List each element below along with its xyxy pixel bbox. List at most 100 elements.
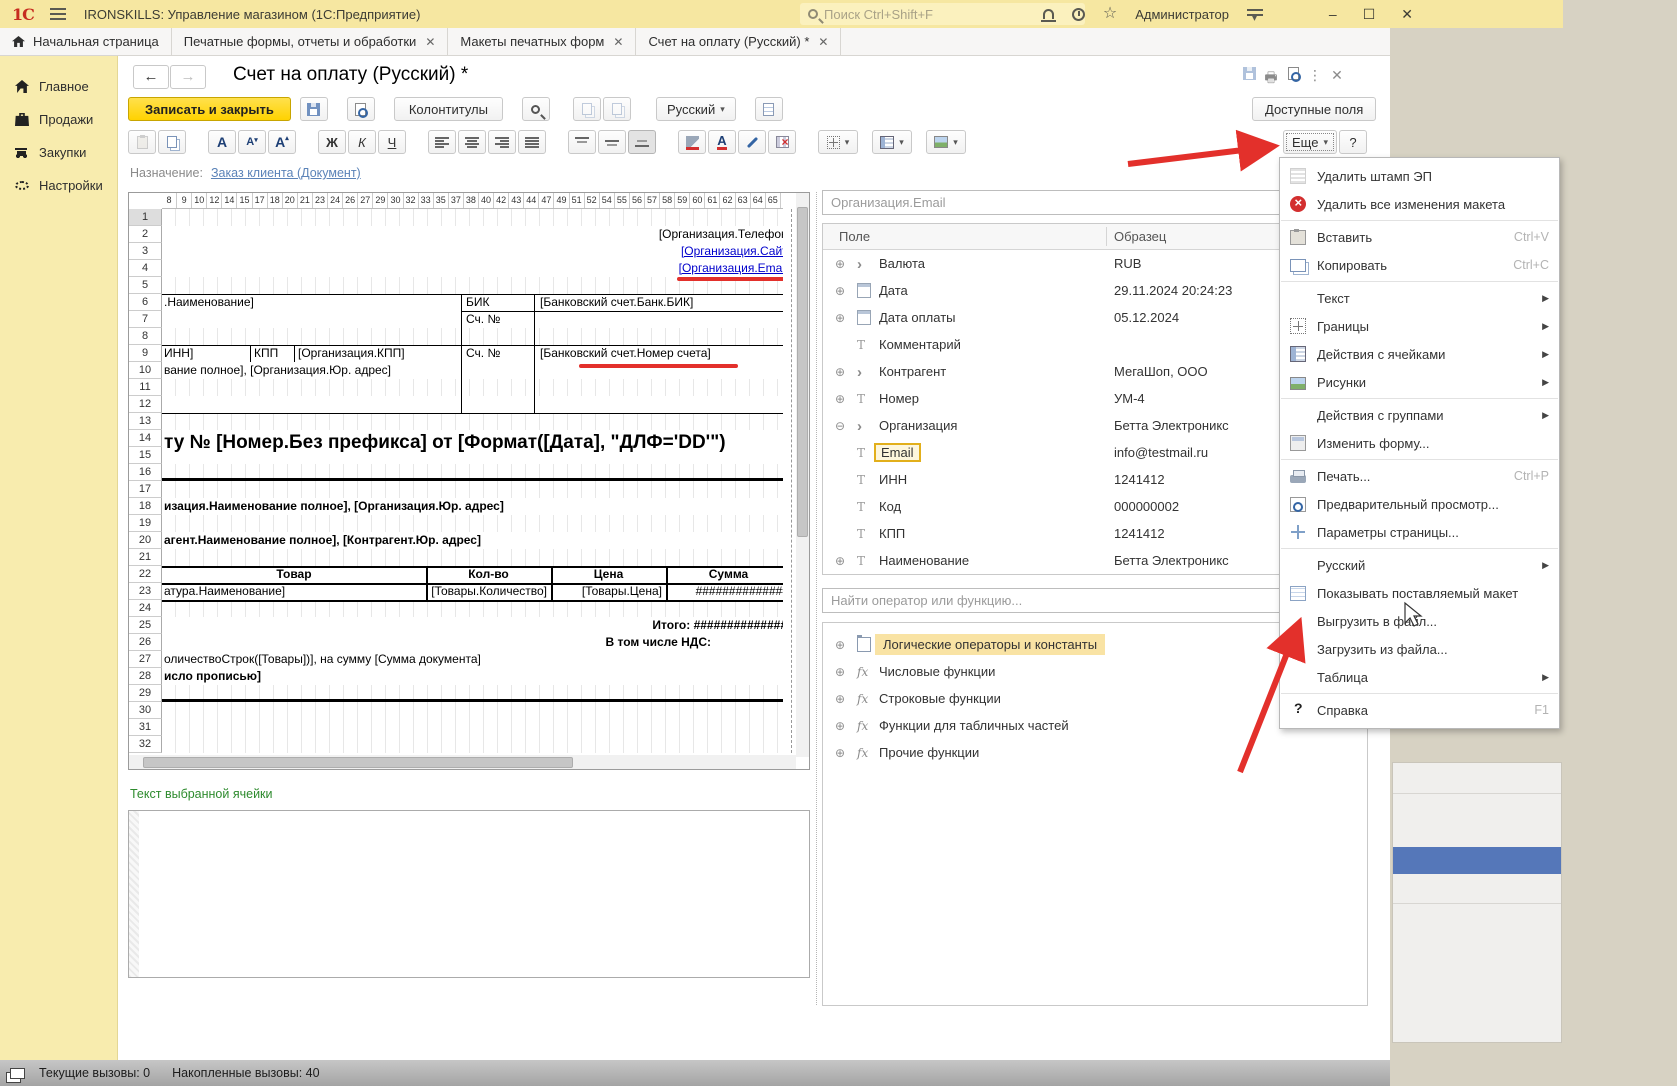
sidebar-item[interactable]: Продажи (0, 103, 117, 136)
sheet-cell-text[interactable]: Сч. № (466, 312, 500, 327)
row-header[interactable]: 14 (129, 430, 162, 447)
expand-icon[interactable] (835, 745, 849, 760)
menu-item[interactable]: Предварительный просмотр... (1280, 490, 1559, 518)
save-button[interactable] (300, 97, 328, 121)
copy-button[interactable] (158, 130, 186, 154)
sidebar-item[interactable]: Главное (0, 70, 117, 103)
row-header[interactable]: 8 (129, 328, 162, 345)
column-header[interactable]: 52 (585, 193, 600, 208)
row-header[interactable]: 7 (129, 311, 162, 328)
save-close-button[interactable]: Записать и закрыть (128, 97, 291, 121)
sheet-cell-text[interactable]: [Организация.Телефон] (162, 227, 783, 242)
menu-item[interactable]: Рисунки ▶ (1280, 368, 1559, 396)
maximize-button[interactable]: ☐ (1363, 6, 1376, 23)
column-header[interactable]: 26 (343, 193, 358, 208)
sheet-cell-text[interactable]: Итого: ############## (162, 618, 783, 633)
sheet-cell-text[interactable]: ИНН] (164, 346, 193, 361)
column-header[interactable]: 38 (464, 193, 479, 208)
column-header[interactable]: 21 (298, 193, 313, 208)
column-header[interactable]: 23 (313, 193, 328, 208)
column-header[interactable]: 20 (283, 193, 298, 208)
user-name[interactable]: Администратор (1135, 7, 1229, 22)
column-header[interactable]: 27 (358, 193, 373, 208)
sheet-cell-text[interactable]: [Организация.КПП] (298, 346, 405, 361)
row-header[interactable]: 13 (129, 413, 162, 430)
language-selector[interactable]: Русский▾ (656, 97, 736, 121)
expand-icon[interactable] (835, 499, 849, 514)
font-button[interactable]: А (208, 130, 236, 154)
sheet-cell-text[interactable]: В том числе НДС: (162, 635, 711, 650)
column-header[interactable]: 55 (615, 193, 630, 208)
tab-close-icon[interactable]: ✕ (425, 35, 435, 49)
fill-color-button[interactable] (678, 130, 706, 154)
expand-icon[interactable] (835, 718, 849, 733)
function-group-row[interactable]: Прочие функции (823, 739, 1367, 766)
sheet-cell-text[interactable]: [Организация.Сайт] (162, 244, 783, 259)
assignment-link[interactable]: Заказ клиента (Документ) (211, 166, 361, 180)
menu-item[interactable]: Загрузить из файла... (1280, 635, 1559, 663)
row-header[interactable]: 29 (129, 685, 162, 702)
sheet-cell-text[interactable]: Сумма (666, 567, 783, 582)
history-icon[interactable] (1072, 8, 1085, 21)
sheet-cell-text[interactable]: .Наименование] (164, 295, 254, 310)
headers-footers-button[interactable]: Колонтитулы (394, 97, 503, 121)
sheet-horizontal-scrollbar[interactable] (129, 755, 796, 770)
column-header[interactable]: 37 (449, 193, 464, 208)
more-button[interactable]: Еще▾ (1283, 130, 1337, 154)
menu-item[interactable]: Действия с группами ▶ (1280, 401, 1559, 429)
sheet-cell-text[interactable]: КПП (254, 346, 278, 361)
sheet-cell-text[interactable]: исло прописью] (164, 669, 261, 684)
row-header[interactable]: 19 (129, 515, 162, 532)
main-menu-icon[interactable] (50, 8, 66, 20)
delete-cells-button[interactable] (768, 130, 796, 154)
column-header[interactable]: 18 (268, 193, 283, 208)
sheet-cell-text[interactable]: [Товары.Цена] (551, 584, 662, 599)
bold-button[interactable]: Ж (318, 130, 346, 154)
minimize-button[interactable]: – (1329, 6, 1337, 22)
column-header[interactable]: 47 (539, 193, 554, 208)
align-left-button[interactable] (428, 130, 456, 154)
sheet-column-headers[interactable]: 8910121415171820212324262729303233353738… (162, 193, 783, 209)
sheet-cell-text[interactable]: БИК (466, 295, 490, 310)
paste-style-button[interactable] (603, 97, 631, 121)
menu-item[interactable]: Вставить Ctrl+V (1280, 223, 1559, 251)
row-header[interactable]: 23 (129, 583, 162, 600)
preview-button[interactable] (347, 97, 375, 121)
cells-dropdown[interactable]: ▾ (872, 130, 912, 154)
expand-icon[interactable] (835, 472, 849, 487)
tab[interactable]: Печатные формы, отчеты и обработки ✕ (172, 28, 449, 55)
sheet-cell-text[interactable]: [Товары.Количество] (426, 584, 547, 599)
expand-icon[interactable] (835, 553, 849, 568)
close-form-icon[interactable]: ✕ (1326, 67, 1348, 91)
row-header[interactable]: 32 (129, 736, 162, 753)
expand-icon[interactable] (835, 364, 849, 379)
menu-item[interactable]: Изменить форму... (1280, 429, 1559, 457)
menu-item[interactable]: Действия с ячейками ▶ (1280, 340, 1559, 368)
column-header[interactable]: 61 (705, 193, 720, 208)
menu-item[interactable]: Удалить штамп ЭП (1280, 162, 1559, 190)
tab-close-icon[interactable]: ✕ (818, 35, 828, 49)
column-header[interactable]: 24 (328, 193, 343, 208)
align-justify-button[interactable] (518, 130, 546, 154)
row-header[interactable]: 15 (129, 447, 162, 464)
align-center-button[interactable] (458, 130, 486, 154)
sheet-cell-text[interactable]: агент.Наименование полное], [Контрагент.… (164, 533, 481, 548)
underline-button[interactable]: Ч (378, 130, 406, 154)
nav-forward-button[interactable]: → (170, 65, 206, 89)
row-header[interactable]: 26 (129, 634, 162, 651)
expand-icon[interactable] (835, 256, 849, 271)
row-header[interactable]: 28 (129, 668, 162, 685)
sheet-row-headers[interactable]: 1234567891011121314151617181920212223242… (129, 209, 162, 753)
column-header[interactable]: 12 (207, 193, 222, 208)
expand-icon[interactable] (835, 337, 849, 352)
font-color-button[interactable]: А (708, 130, 736, 154)
help-button[interactable]: ? (1339, 130, 1367, 154)
menu-item[interactable]: Текст ▶ (1280, 284, 1559, 312)
notifications-icon[interactable] (1043, 9, 1054, 19)
pen-button[interactable] (738, 130, 766, 154)
row-header[interactable]: 22 (129, 566, 162, 583)
row-header[interactable]: 20 (129, 532, 162, 549)
italic-button[interactable]: К (348, 130, 376, 154)
row-header[interactable]: 6 (129, 294, 162, 311)
picture-dropdown[interactable]: ▾ (926, 130, 966, 154)
